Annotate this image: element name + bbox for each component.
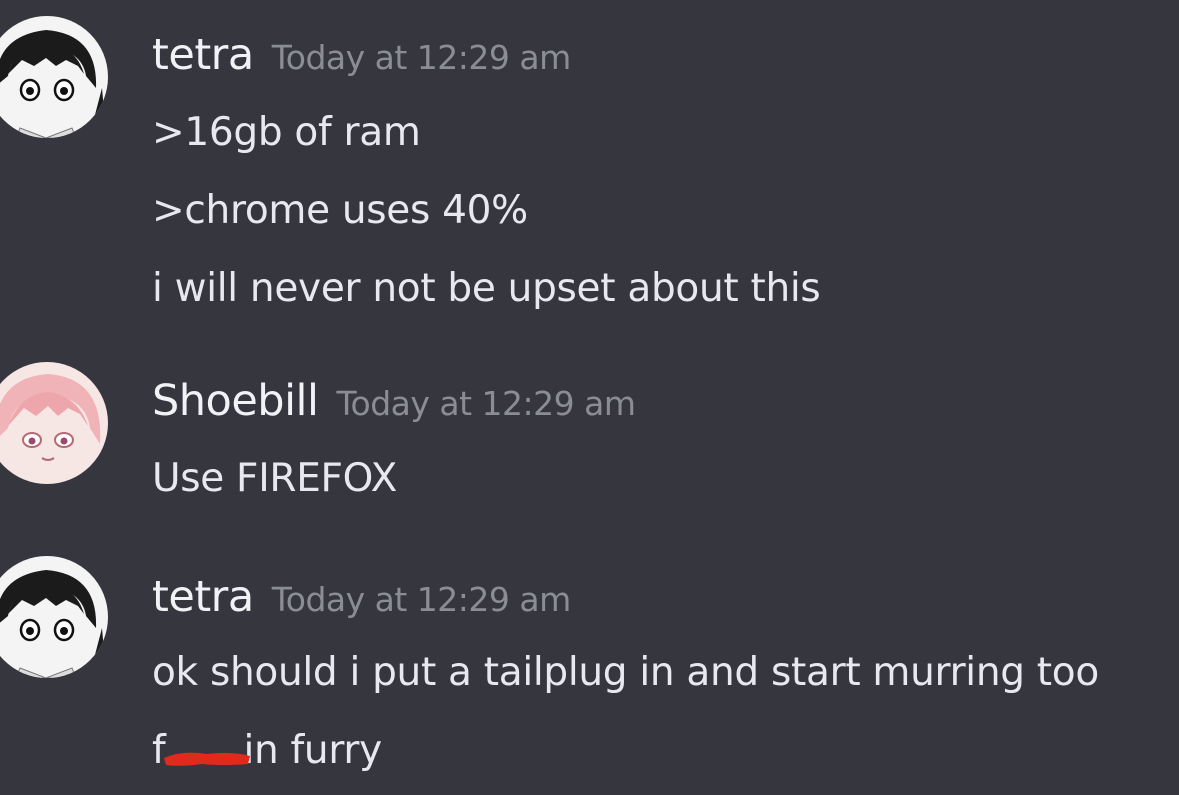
message-text: ok should i put a tailplug in and start … (152, 650, 1099, 695)
red-scribble-redaction-icon (164, 752, 250, 766)
message-text: i will never not be upset about this (152, 266, 821, 311)
message-header: tetra Today at 12:29 am (152, 30, 571, 80)
message-text-censored: f in furry (152, 728, 382, 773)
shoebill-avatar-icon[interactable] (0, 362, 108, 484)
timestamp: Today at 12:29 am (336, 384, 636, 423)
message-text: >chrome uses 40% (152, 188, 528, 233)
message-text-rest: in furry (243, 728, 382, 773)
username[interactable]: Shoebill (152, 376, 319, 426)
censored-word: f (152, 728, 250, 773)
tetra-avatar-icon[interactable] (0, 556, 108, 678)
message-header: tetra Today at 12:29 am (152, 572, 571, 622)
timestamp: Today at 12:29 am (271, 38, 572, 77)
timestamp: Today at 12:29 am (271, 580, 572, 619)
message-header: Shoebill Today at 12:29 am (152, 376, 636, 426)
message-text: Use FIREFOX (152, 456, 397, 501)
tetra-avatar-icon[interactable] (0, 16, 108, 138)
message-text: >16gb of ram (152, 110, 421, 155)
username[interactable]: tetra (152, 30, 254, 80)
username[interactable]: tetra (152, 572, 254, 622)
